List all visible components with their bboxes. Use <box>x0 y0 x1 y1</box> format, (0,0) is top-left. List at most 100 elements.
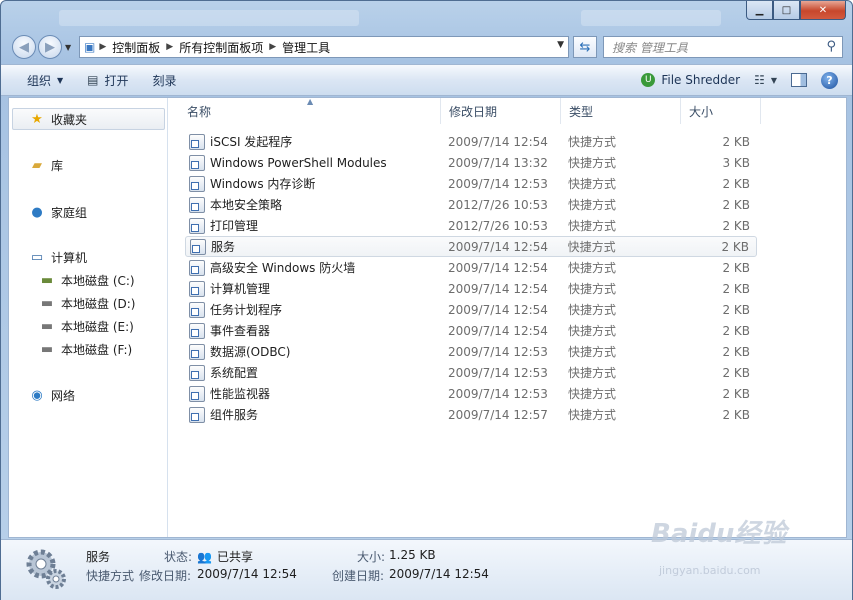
title-bar[interactable]: ▁ □ ✕ <box>1 1 852 31</box>
file-date: 2009/7/14 12:53 <box>448 344 548 359</box>
details-type: 快捷方式 <box>86 569 135 583</box>
control-panel-icon: ▣ <box>84 40 96 54</box>
file-size: 2 KB <box>722 386 750 401</box>
shortcut-icon <box>189 406 205 423</box>
sidebar-item-libraries[interactable]: ▰ 库 <box>9 154 167 176</box>
forward-arrow-icon: ▶ <box>45 39 55 55</box>
baidu-watermark-url: jingyan.baidu.com <box>659 564 761 577</box>
close-button[interactable]: ✕ <box>800 1 846 20</box>
table-row[interactable]: 计算机管理 2009/7/14 12:54 快捷方式 2 KB <box>185 278 757 299</box>
details-status-value: 已共享 <box>216 550 253 564</box>
file-date: 2009/7/14 12:54 <box>448 302 548 317</box>
column-header-label: 类型 <box>569 104 594 119</box>
column-header-type[interactable]: 类型 <box>561 98 681 124</box>
file-name-cell: iSCSI 发起程序 <box>185 133 441 150</box>
file-size: 2 KB <box>722 197 750 212</box>
table-row[interactable]: 本地安全策略 2012/7/26 10:53 快捷方式 2 KB <box>185 194 757 215</box>
refresh-button[interactable]: ⇆ <box>573 36 597 58</box>
breadcrumb-separator[interactable]: ▶ <box>99 42 106 52</box>
details-status: 👥 已共享 <box>197 548 253 565</box>
table-row[interactable]: 任务计划程序 2009/7/14 12:54 快捷方式 2 KB <box>185 299 757 320</box>
sidebar-item-label: 收藏夹 <box>51 112 88 127</box>
file-name: 组件服务 <box>210 408 259 422</box>
table-row[interactable]: 系统配置 2009/7/14 12:53 快捷方式 2 KB <box>185 362 757 383</box>
navigation-pane: ★ 收藏夹 ▰ 库 ● 家庭组 ▭ 计算机 ▬ 本地磁盘 (C:) ▬ 本地磁盘… <box>9 98 168 537</box>
sidebar-item-label: 本地磁盘 (E:) <box>61 319 134 334</box>
back-arrow-icon: ◀ <box>19 39 29 55</box>
help-icon[interactable]: ? <box>821 71 838 89</box>
file-date: 2009/7/14 12:53 <box>448 386 548 401</box>
file-size: 2 KB <box>722 365 750 380</box>
sidebar-item-label: 本地磁盘 (D:) <box>61 296 136 311</box>
organize-button[interactable]: 组织 ▼ <box>1 65 75 95</box>
breadcrumb-separator[interactable]: ▶ <box>166 42 173 52</box>
file-type: 快捷方式 <box>568 219 617 233</box>
table-row[interactable]: 高级安全 Windows 防火墙 2009/7/14 12:54 快捷方式 2 KB <box>185 257 757 278</box>
file-type: 快捷方式 <box>568 366 617 380</box>
file-size: 2 KB <box>722 260 750 275</box>
breadcrumb-all-items[interactable]: 所有控制面板项 <box>179 39 263 56</box>
file-name-cell: 系统配置 <box>185 364 441 381</box>
sidebar-item-drive-d[interactable]: ▬ 本地磁盘 (D:) <box>9 292 167 314</box>
open-icon: ▤ <box>87 73 99 87</box>
burn-button[interactable]: 刻录 <box>141 65 189 95</box>
sidebar-item-label: 网络 <box>51 388 76 403</box>
view-options-button[interactable]: ☷ ▼ <box>754 73 777 87</box>
table-row[interactable]: Windows 内存诊断 2009/7/14 12:53 快捷方式 2 KB <box>185 173 757 194</box>
address-bar[interactable]: ▣ ▶ 控制面板 ▶ 所有控制面板项 ▶ 管理工具 ▼ <box>79 36 569 58</box>
sidebar-item-computer[interactable]: ▭ 计算机 <box>9 246 167 268</box>
table-row[interactable]: 性能监视器 2009/7/14 12:53 快捷方式 2 KB <box>185 383 757 404</box>
sidebar-item-homegroup[interactable]: ● 家庭组 <box>9 201 167 223</box>
file-date: 2009/7/14 12:54 <box>448 281 548 296</box>
table-row[interactable]: 事件查看器 2009/7/14 12:54 快捷方式 2 KB <box>185 320 757 341</box>
file-shredder-button[interactable]: U File Shredder <box>641 65 740 95</box>
maximize-button[interactable]: □ <box>773 1 800 20</box>
table-row[interactable]: 数据源(ODBC) 2009/7/14 12:53 快捷方式 2 KB <box>185 341 757 362</box>
table-row[interactable]: 打印管理 2012/7/26 10:53 快捷方式 2 KB <box>185 215 757 236</box>
file-type: 快捷方式 <box>568 345 617 359</box>
sidebar-item-network[interactable]: ◉ 网络 <box>9 384 167 406</box>
breadcrumb-separator[interactable]: ▶ <box>269 42 276 52</box>
breadcrumb-control-panel[interactable]: 控制面板 <box>112 39 160 56</box>
minimize-button[interactable]: ▁ <box>746 1 773 20</box>
preview-pane-button[interactable] <box>791 73 807 87</box>
file-size: 2 KB <box>722 323 750 338</box>
table-row[interactable]: 服务 2009/7/14 12:54 快捷方式 2 KB <box>185 236 757 257</box>
address-dropdown-icon[interactable]: ▼ <box>557 40 564 50</box>
search-input[interactable]: 搜索 管理工具 ⚲ <box>603 36 843 58</box>
file-date: 2009/7/14 12:54 <box>448 134 548 149</box>
details-created-label: 创建日期: <box>332 569 385 583</box>
sidebar-item-drive-e[interactable]: ▬ 本地磁盘 (E:) <box>9 315 167 337</box>
search-placeholder: 搜索 管理工具 <box>612 40 688 55</box>
navigation-row: ◀ ▶ ▼ ▣ ▶ 控制面板 ▶ 所有控制面板项 ▶ 管理工具 ▼ ⇆ 搜索 管… <box>1 31 852 63</box>
file-name: Windows 内存诊断 <box>210 177 316 191</box>
file-type: 快捷方式 <box>568 135 617 149</box>
open-label: 打开 <box>104 73 129 88</box>
sidebar-item-drive-c[interactable]: ▬ 本地磁盘 (C:) <box>9 269 167 291</box>
search-icon[interactable]: ⚲ <box>826 39 836 54</box>
table-row[interactable]: Windows PowerShell Modules 2009/7/14 13:3… <box>185 152 757 173</box>
breadcrumb-admin-tools[interactable]: 管理工具 <box>282 39 330 56</box>
sidebar-item-favorites[interactable]: ★ 收藏夹 <box>12 108 165 130</box>
table-row[interactable]: 组件服务 2009/7/14 12:57 快捷方式 2 KB <box>185 404 757 425</box>
organize-label: 组织 <box>27 73 52 88</box>
column-header-size[interactable]: 大小 <box>681 98 761 124</box>
history-dropdown-icon[interactable]: ▼ <box>65 43 71 52</box>
table-row[interactable]: iSCSI 发起程序 2009/7/14 12:54 快捷方式 2 KB <box>185 131 757 152</box>
forward-button[interactable]: ▶ <box>38 35 62 59</box>
back-button[interactable]: ◀ <box>12 35 36 59</box>
column-header-date[interactable]: 修改日期 <box>441 98 561 124</box>
command-bar-right: U File Shredder ☷ ▼ ? <box>641 65 838 95</box>
file-name: 数据源(ODBC) <box>210 345 291 359</box>
details-modified-label: 修改日期: <box>139 569 192 583</box>
open-button[interactable]: ▤ 打开 <box>75 65 140 95</box>
file-name-cell: 高级安全 Windows 防火墙 <box>185 259 441 276</box>
file-date: 2009/7/14 12:54 <box>448 260 548 275</box>
column-header-name[interactable]: 名称 <box>169 98 441 124</box>
file-name: 性能监视器 <box>210 387 271 401</box>
file-size: 2 KB <box>722 281 750 296</box>
sidebar-item-drive-f[interactable]: ▬ 本地磁盘 (F:) <box>9 338 167 360</box>
file-name: 服务 <box>211 240 236 254</box>
file-type: 快捷方式 <box>568 156 617 170</box>
details-status-label: 状态: <box>164 550 193 564</box>
